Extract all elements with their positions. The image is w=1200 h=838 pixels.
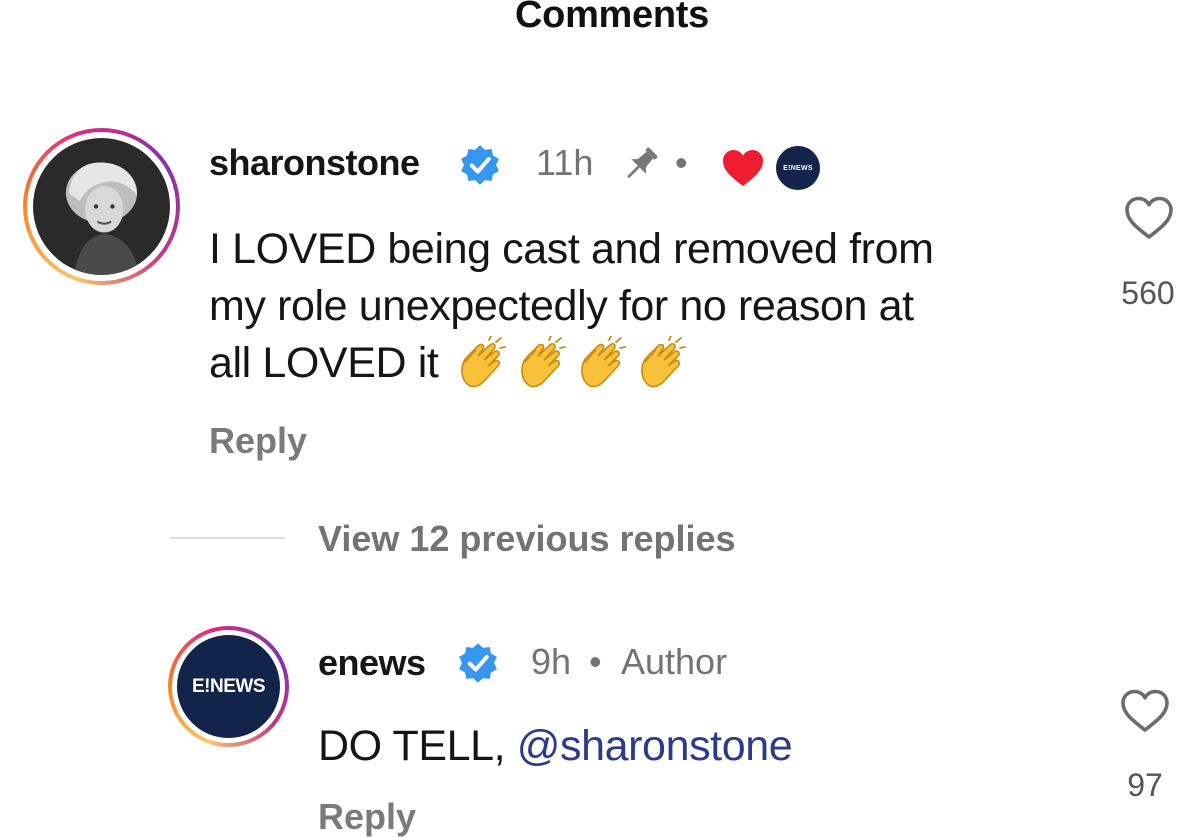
reply-button[interactable]: Reply (209, 420, 307, 462)
like-count: 97 (1127, 767, 1163, 803)
enews-logo: E!NEWS (177, 635, 280, 738)
verified-badge-icon (458, 143, 502, 192)
comment-text: DO TELL, @sharonstone (318, 718, 793, 775)
clapping-hands-emoji-icon (576, 334, 634, 392)
view-previous-replies-button[interactable]: View 12 previous replies (318, 518, 736, 560)
avatar-photo (33, 138, 170, 275)
clapping-hands-emoji-icon (636, 334, 694, 392)
replies-divider-line (170, 537, 285, 539)
creator-liked-heart-icon (721, 148, 765, 193)
comment-timestamp: 9h (531, 641, 572, 682)
reply-comment-item: E!NEWS enews 9h • Author DO TELL, @sharo… (0, 600, 1200, 837)
comment-timestamp: 11h (536, 142, 594, 183)
avatar[interactable]: E!NEWS (168, 626, 289, 747)
clapping-hands-emoji-icon (516, 334, 574, 392)
clapping-hands-emoji-icon (456, 334, 514, 392)
comment-text: I LOVED being cast and removed from my r… (209, 221, 1089, 392)
reply-button[interactable]: Reply (318, 796, 416, 838)
separator-dot: • (589, 641, 602, 682)
comment-text-body: DO TELL, (318, 722, 517, 770)
comment-text-line: I LOVED being cast and removed from (209, 225, 934, 273)
like-heart-icon[interactable] (1123, 195, 1175, 246)
separator-dot: • (675, 142, 688, 183)
mention-link[interactable]: @sharonstone (517, 722, 793, 770)
comment-item: sharonstone 11h • E!NEWS I LOVED being c… (0, 0, 1200, 480)
verified-badge-icon (456, 641, 500, 690)
author-label: Author (621, 641, 728, 682)
liked-by-author-badge: E!NEWS (776, 146, 820, 190)
avatar[interactable] (23, 128, 180, 285)
comment-text-line: all LOVED it (209, 334, 1089, 392)
like-count: 560 (1121, 275, 1175, 311)
pin-icon (618, 141, 664, 192)
comment-text-line: my role unexpectedly for no reason at (209, 282, 914, 330)
like-heart-icon[interactable] (1119, 688, 1171, 739)
comment-username[interactable]: sharonstone (209, 142, 420, 184)
comment-username[interactable]: enews (318, 642, 426, 684)
